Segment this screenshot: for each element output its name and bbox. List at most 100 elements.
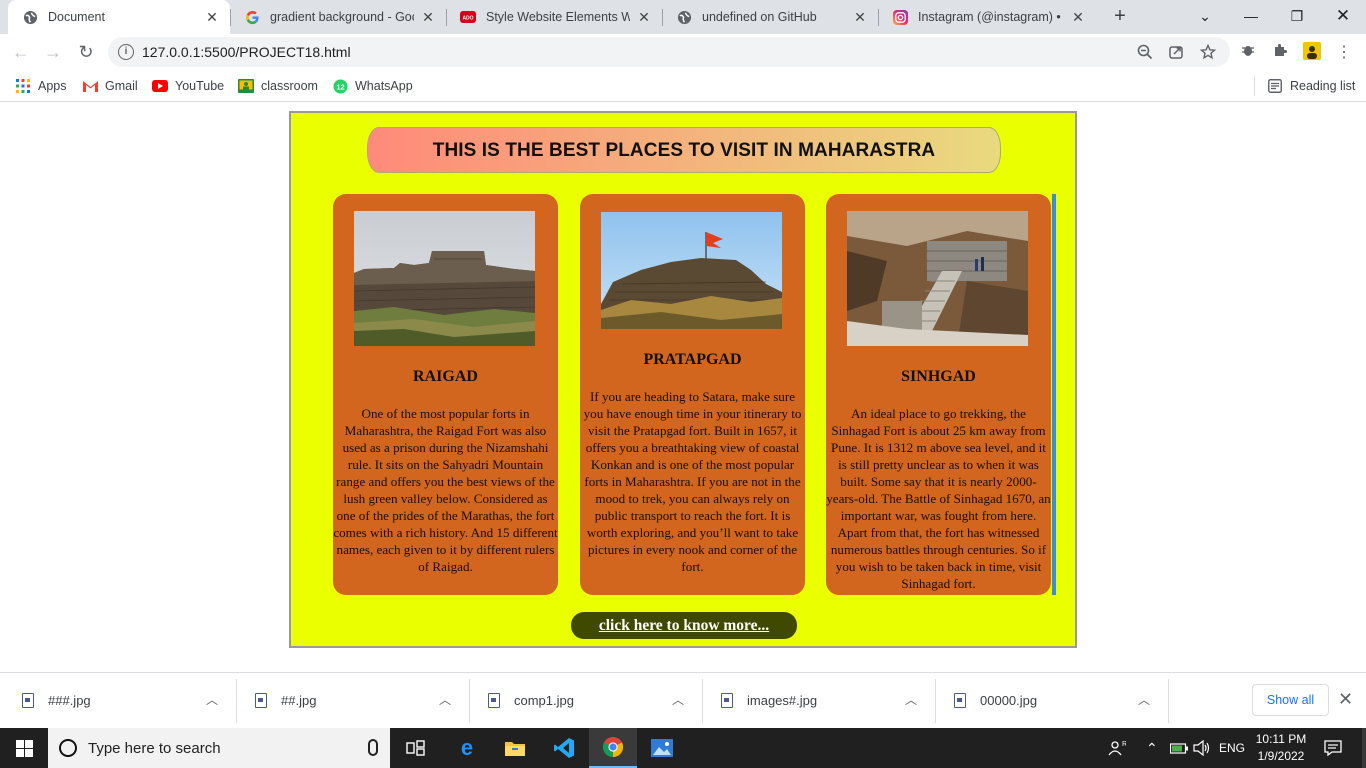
chrome-menu-icon[interactable]: ⋮ bbox=[1334, 42, 1354, 62]
svg-text:ADO: ADO bbox=[462, 16, 473, 22]
language-indicator[interactable]: ENG bbox=[1219, 728, 1245, 768]
globe-icon bbox=[22, 9, 38, 25]
download-item[interactable]: images#.jpg ︿ bbox=[699, 673, 936, 729]
page-viewport: THIS IS THE BEST PLACES TO VISIT IN MAHA… bbox=[0, 102, 1366, 672]
bug-extension-icon[interactable] bbox=[1238, 42, 1258, 62]
browser-toolbar: ← → ↻ i 127.0.0.1:5500/PROJECT18.html ⋮ bbox=[0, 34, 1366, 70]
reload-button[interactable]: ↻ bbox=[74, 40, 98, 64]
show-desktop-button[interactable] bbox=[1362, 728, 1366, 768]
url-text[interactable]: 127.0.0.1:5500/PROJECT18.html bbox=[142, 44, 351, 60]
extensions-puzzle-icon[interactable] bbox=[1270, 42, 1290, 62]
notification-center-icon[interactable] bbox=[1324, 728, 1342, 768]
download-item[interactable]: ###.jpg ︿ bbox=[0, 673, 237, 729]
tab-style-website[interactable]: ADO Style Website Elements With ✕ bbox=[446, 0, 662, 34]
globe-icon bbox=[676, 9, 692, 25]
know-more-link[interactable]: click here to know more... bbox=[599, 617, 769, 635]
know-more-button[interactable]: click here to know more... bbox=[571, 612, 797, 639]
tab-gradient-background[interactable]: gradient background - Googl ✕ bbox=[230, 0, 446, 34]
place-description-pratapgad: If you are heading to Satara, make sure … bbox=[583, 389, 802, 574]
svg-text:e: e bbox=[461, 737, 473, 759]
chevron-up-icon[interactable]: ︿ bbox=[206, 691, 218, 708]
download-item[interactable]: ##.jpg ︿ bbox=[233, 673, 470, 729]
classroom-icon bbox=[238, 78, 254, 94]
whatsapp-icon: 12 bbox=[332, 78, 348, 94]
address-bar[interactable]: i 127.0.0.1:5500/PROJECT18.html bbox=[108, 37, 1230, 67]
bookmarks-divider bbox=[1254, 76, 1255, 96]
sinhgad-fort-photo bbox=[847, 211, 1028, 346]
svg-text:R: R bbox=[1122, 741, 1126, 748]
bookmark-classroom[interactable]: classroom bbox=[238, 76, 318, 96]
people-icon[interactable]: R bbox=[1108, 728, 1126, 768]
profile-avatar[interactable] bbox=[1302, 42, 1322, 62]
reading-list-button[interactable]: Reading list bbox=[1267, 76, 1355, 96]
chevron-up-icon[interactable]: ︿ bbox=[439, 691, 451, 708]
svg-text:12: 12 bbox=[336, 82, 344, 91]
pratapgad-fort-photo bbox=[601, 212, 782, 329]
close-tab-icon[interactable]: ✕ bbox=[420, 9, 436, 26]
close-shelf-icon[interactable]: ✕ bbox=[1338, 689, 1353, 710]
bookmark-gmail[interactable]: Gmail bbox=[82, 76, 138, 96]
chevron-up-icon[interactable]: ⌃ bbox=[1146, 728, 1158, 768]
restore-button[interactable]: ❐ bbox=[1274, 0, 1320, 32]
close-tab-icon[interactable]: ✕ bbox=[852, 9, 868, 26]
start-button[interactable] bbox=[0, 728, 48, 768]
tab-document[interactable]: Document ✕ bbox=[8, 0, 230, 34]
bookmark-youtube[interactable]: YouTube bbox=[152, 76, 224, 96]
zoom-icon[interactable] bbox=[1136, 44, 1154, 62]
gmail-icon bbox=[82, 78, 98, 94]
close-tab-icon[interactable]: ✕ bbox=[636, 9, 652, 26]
bookmark-apps[interactable]: Apps bbox=[15, 76, 67, 96]
page-heading-banner: THIS IS THE BEST PLACES TO VISIT IN MAHA… bbox=[367, 127, 1001, 173]
apps-grid-icon bbox=[15, 78, 31, 94]
instagram-icon bbox=[892, 9, 908, 25]
site-info-icon[interactable]: i bbox=[118, 44, 134, 60]
new-tab-button[interactable]: + bbox=[1108, 5, 1132, 29]
tab-github[interactable]: undefined on GitHub ✕ bbox=[662, 0, 878, 34]
task-view-icon[interactable] bbox=[392, 728, 440, 768]
minimize-button[interactable]: — bbox=[1228, 0, 1274, 32]
file-explorer-icon[interactable] bbox=[491, 728, 539, 768]
microphone-icon[interactable] bbox=[368, 739, 378, 756]
search-icon bbox=[59, 739, 77, 757]
download-item[interactable]: 00000.jpg ︿ bbox=[932, 673, 1169, 729]
place-description-raigad: One of the most popular forts in Maharas… bbox=[333, 406, 558, 574]
close-window-button[interactable]: ✕ bbox=[1320, 0, 1366, 32]
raigad-fort-photo bbox=[354, 211, 535, 346]
youtube-icon: ADO bbox=[460, 9, 476, 25]
vscode-icon[interactable] bbox=[540, 728, 588, 768]
place-card-pratapgad: PRATAPGAD If you are heading to Satara, … bbox=[580, 194, 805, 595]
forward-button[interactable]: → bbox=[41, 40, 65, 64]
battery-icon[interactable] bbox=[1170, 728, 1188, 768]
bookmark-star-icon[interactable] bbox=[1199, 43, 1217, 62]
back-button[interactable]: ← bbox=[9, 40, 33, 64]
show-all-downloads-button[interactable]: Show all bbox=[1252, 684, 1329, 716]
share-icon[interactable] bbox=[1167, 44, 1185, 62]
close-tab-icon[interactable]: ✕ bbox=[1070, 9, 1086, 26]
file-icon bbox=[954, 693, 966, 708]
chevron-up-icon[interactable]: ︿ bbox=[1138, 691, 1150, 708]
file-icon bbox=[721, 693, 733, 708]
place-name-pratapgad: PRATAPGAD bbox=[643, 351, 742, 368]
taskbar-search-box[interactable]: Type here to search bbox=[48, 728, 390, 768]
place-name-sinhgad: SINHGAD bbox=[901, 368, 976, 385]
bookmark-whatsapp[interactable]: 12 WhatsApp bbox=[332, 76, 413, 96]
shelf-divider bbox=[1168, 679, 1169, 723]
close-tab-icon[interactable]: ✕ bbox=[204, 9, 220, 26]
tab-search-icon[interactable]: ⌄ bbox=[1182, 0, 1228, 32]
taskbar-clock[interactable]: 10:11 PM 1/9/2022 bbox=[1250, 731, 1312, 765]
youtube-icon bbox=[152, 78, 168, 94]
tab-instagram[interactable]: Instagram (@instagram) • Ins ✕ bbox=[878, 0, 1096, 34]
places-container: THIS IS THE BEST PLACES TO VISIT IN MAHA… bbox=[289, 111, 1077, 648]
download-item[interactable]: comp1.jpg ︿ bbox=[466, 673, 703, 729]
place-card-sinhgad: SINHGAD An ideal place to go trekking, t… bbox=[826, 194, 1051, 595]
edge-browser-icon[interactable]: e bbox=[443, 728, 491, 768]
volume-icon[interactable] bbox=[1193, 728, 1211, 768]
chrome-taskbar-icon[interactable] bbox=[589, 728, 637, 768]
file-icon bbox=[22, 693, 34, 708]
chevron-up-icon[interactable]: ︿ bbox=[672, 691, 684, 708]
card-scrollbar[interactable] bbox=[1052, 194, 1056, 595]
photos-app-icon[interactable] bbox=[638, 728, 686, 768]
place-description-sinhgad: An ideal place to go trekking, the Sinha… bbox=[826, 406, 1051, 591]
chevron-up-icon[interactable]: ︿ bbox=[905, 691, 917, 708]
windows-logo-icon bbox=[15, 739, 33, 757]
